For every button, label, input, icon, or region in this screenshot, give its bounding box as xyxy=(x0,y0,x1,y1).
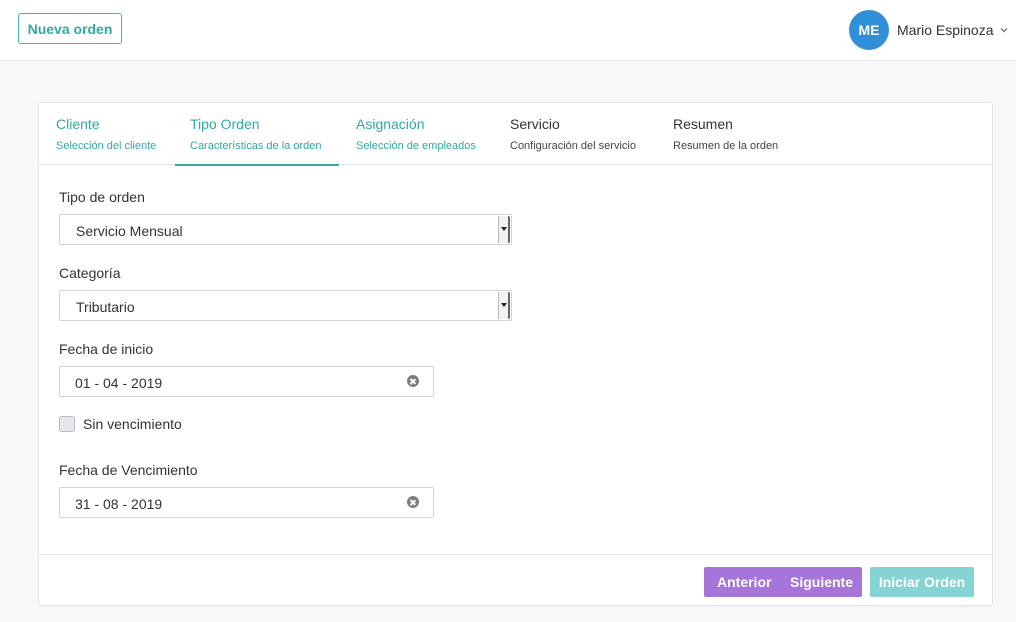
user-menu[interactable]: ME Mario Espinoza xyxy=(849,10,1009,50)
step-title: Resumen xyxy=(673,116,733,132)
category-label: Categoría xyxy=(59,265,121,281)
previous-button[interactable]: Anterior xyxy=(704,567,783,597)
category-select[interactable]: Tributario xyxy=(59,290,512,321)
avatar: ME xyxy=(849,10,889,50)
start-date-value: 01 - 04 - 2019 xyxy=(75,375,163,391)
next-button[interactable]: Siguiente xyxy=(783,567,862,597)
active-step-indicator xyxy=(175,164,339,166)
step-subtitle: Resumen de la orden xyxy=(673,140,779,152)
start-date-input[interactable]: 01 - 04 - 2019 xyxy=(59,366,434,397)
step-cliente[interactable]: Cliente Selección del cliente xyxy=(56,103,176,165)
step-servicio[interactable]: Servicio Configuración del servicio xyxy=(510,103,650,165)
dropdown-arrow-icon xyxy=(498,216,510,243)
top-bar: Nueva orden ME Mario Espinoza xyxy=(0,0,1016,61)
start-order-button[interactable]: Iniciar Orden xyxy=(870,567,974,597)
order-type-select[interactable]: Servicio Mensual xyxy=(59,214,512,245)
no-expiry-label: Sin vencimiento xyxy=(83,416,182,432)
no-expiry-checkbox[interactable] xyxy=(59,416,75,432)
step-asignacion[interactable]: Asignación Selección de empleados xyxy=(356,103,496,165)
clear-icon[interactable] xyxy=(407,375,419,387)
expiry-date-value: 31 - 08 - 2019 xyxy=(75,496,163,512)
chevron-down-icon xyxy=(1000,28,1007,33)
step-subtitle: Características de la orden xyxy=(190,140,322,152)
dropdown-arrow-icon xyxy=(498,292,510,319)
step-subtitle: Selección de empleados xyxy=(356,140,476,152)
step-title: Asignación xyxy=(356,116,425,132)
new-order-button[interactable]: Nueva orden xyxy=(18,13,122,44)
order-type-value: Servicio Mensual xyxy=(76,223,183,239)
order-type-label: Tipo de orden xyxy=(59,189,145,205)
wizard-steps: Cliente Selección del cliente Tipo Orden… xyxy=(39,103,992,166)
user-name: Mario Espinoza xyxy=(897,22,994,38)
wizard-footer: Anterior Siguiente Iniciar Orden xyxy=(39,554,992,606)
category-value: Tributario xyxy=(76,299,135,315)
clear-icon[interactable] xyxy=(407,496,419,508)
expiry-date-label: Fecha de Vencimiento xyxy=(59,462,198,478)
nav-button-group: Anterior Siguiente xyxy=(704,567,862,597)
step-title: Tipo Orden xyxy=(190,116,260,132)
step-title: Servicio xyxy=(510,116,560,132)
step-resumen[interactable]: Resumen Resumen de la orden xyxy=(673,103,803,165)
step-tipo-orden[interactable]: Tipo Orden Características de la orden xyxy=(175,103,340,166)
step-title: Cliente xyxy=(56,116,100,132)
expiry-date-input[interactable]: 31 - 08 - 2019 xyxy=(59,487,434,518)
start-date-label: Fecha de inicio xyxy=(59,341,154,357)
step-subtitle: Selección del cliente xyxy=(56,140,157,152)
no-expiry-option[interactable]: Sin vencimiento xyxy=(59,416,182,432)
order-wizard-card: Cliente Selección del cliente Tipo Orden… xyxy=(38,102,993,606)
step-subtitle: Configuración del servicio xyxy=(510,140,636,152)
